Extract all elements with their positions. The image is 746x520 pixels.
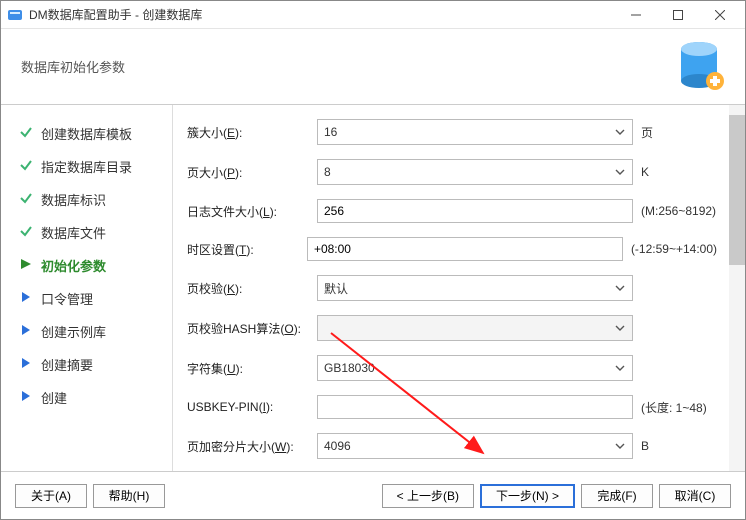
field-label: 时区设置(T): [187,241,307,258]
pageEncrypt-suffix: B [641,439,649,453]
chevron-down-icon [612,323,628,333]
field-label: USBKEY-PIN(I): [187,400,317,414]
about-button[interactable]: 关于(A) [15,484,87,508]
row-usbkey: USBKEY-PIN(I): (长度: 1~48) [187,395,717,419]
step-icon [19,389,33,406]
step-label: 指定数据库目录 [41,157,132,176]
step-label: 数据库标识 [41,190,106,209]
minimize-button[interactable] [615,2,657,28]
step-icon [19,224,33,241]
close-button[interactable] [699,2,741,28]
field-label: 页校验(K): [187,280,317,297]
field-label: 日志文件大小(L): [187,203,317,220]
step-label: 初始化参数 [41,256,106,275]
row-hashAlg: 页校验HASH算法(O): [187,315,717,341]
banner: 数据库初始化参数 [1,29,745,105]
next-button[interactable]: 下一步(N) > [480,484,575,508]
timezone-suffix: (-12:59~+14:00) [631,242,717,256]
field-label: 页大小(P): [187,164,317,181]
pageSize-suffix: K [641,165,649,179]
row-logSize: 日志文件大小(L): (M:256~8192) [187,199,717,223]
help-button[interactable]: 帮助(H) [93,484,165,508]
pageSize-select[interactable]: 8 [317,159,633,185]
chevron-down-icon [612,167,628,177]
maximize-button[interactable] [657,2,699,28]
step-icon [19,191,33,208]
step-label: 数据库文件 [41,223,106,242]
form-area: 簇大小(E): 16 页页大小(P): 8 K 日志文件大小(L): (M:256~8192… [173,105,729,471]
step-icon [19,158,33,175]
cancel-button[interactable]: 取消(C) [659,484,731,508]
clusterSize-select[interactable]: 16 [317,119,633,145]
step-icon [19,356,33,373]
wizard-step-6[interactable]: 创建示例库 [5,315,168,348]
usbkey-input[interactable] [317,395,633,419]
app-icon [7,7,23,23]
wizard-step-4[interactable]: 初始化参数 [5,249,168,282]
titlebar: DM数据库配置助手 - 创建数据库 [1,1,745,29]
pageEncrypt-value: 4096 [324,439,612,453]
pageCheck-select[interactable]: 默认 [317,275,633,301]
step-icon [19,290,33,307]
window: DM数据库配置助手 - 创建数据库 数据库初始化参数 创建数据库模板指定数据库目… [0,0,746,520]
wizard-step-1[interactable]: 指定数据库目录 [5,150,168,183]
step-label: 口令管理 [41,289,93,308]
field-label: 页校验HASH算法(O): [187,320,317,337]
wizard-step-5[interactable]: 口令管理 [5,282,168,315]
pageSize-value: 8 [324,165,612,179]
pageEncrypt-select[interactable]: 4096 [317,433,633,459]
step-icon [19,257,33,274]
field-label: 页加密分片大小(W): [187,438,317,455]
wizard-step-8[interactable]: 创建 [5,381,168,414]
pageCheck-value: 默认 [324,280,612,297]
clusterSize-suffix: 页 [641,124,653,141]
step-label: 创建摘要 [41,355,93,374]
row-clusterSize: 簇大小(E): 16 页 [187,119,717,145]
step-icon [19,323,33,340]
charset-value: GB18030 [324,361,612,375]
step-label: 创建数据库模板 [41,124,132,143]
row-charset: 字符集(U): GB18030 [187,355,717,381]
wizard-step-7[interactable]: 创建摘要 [5,348,168,381]
prev-button[interactable]: < 上一步(B) [382,484,474,508]
chevron-down-icon [612,441,628,451]
chevron-down-icon [612,127,628,137]
chevron-down-icon [612,363,628,373]
usbkey-suffix: (长度: 1~48) [641,399,707,416]
banner-title: 数据库初始化参数 [21,57,125,76]
window-title: DM数据库配置助手 - 创建数据库 [29,6,615,23]
body: 创建数据库模板指定数据库目录数据库标识数据库文件初始化参数口令管理创建示例库创建… [1,105,745,471]
row-pageCheck: 页校验(K): 默认 [187,275,717,301]
charset-select[interactable]: GB18030 [317,355,633,381]
wizard-step-0[interactable]: 创建数据库模板 [5,117,168,150]
logSize-suffix: (M:256~8192) [641,204,716,218]
row-pageSize: 页大小(P): 8 K [187,159,717,185]
step-icon [19,125,33,142]
logSize-input[interactable] [317,199,633,223]
timezone-input[interactable] [307,237,623,261]
row-pageEncrypt: 页加密分片大小(W): 4096 B [187,433,717,459]
database-logo-icon [669,37,727,98]
wizard-step-3[interactable]: 数据库文件 [5,216,168,249]
field-label: 字符集(U): [187,360,317,377]
vertical-scrollbar[interactable] [729,105,745,471]
wizard-steps: 创建数据库模板指定数据库目录数据库标识数据库文件初始化参数口令管理创建示例库创建… [1,105,173,471]
clusterSize-value: 16 [324,125,612,139]
footer: 关于(A) 帮助(H) < 上一步(B) 下一步(N) > 完成(F) 取消(C… [1,471,745,519]
finish-button[interactable]: 完成(F) [581,484,653,508]
wizard-step-2[interactable]: 数据库标识 [5,183,168,216]
field-label: 簇大小(E): [187,124,317,141]
chevron-down-icon [612,283,628,293]
row-timezone: 时区设置(T): (-12:59~+14:00) [187,237,717,261]
hashAlg-select [317,315,633,341]
step-label: 创建示例库 [41,322,106,341]
step-label: 创建 [41,388,67,407]
